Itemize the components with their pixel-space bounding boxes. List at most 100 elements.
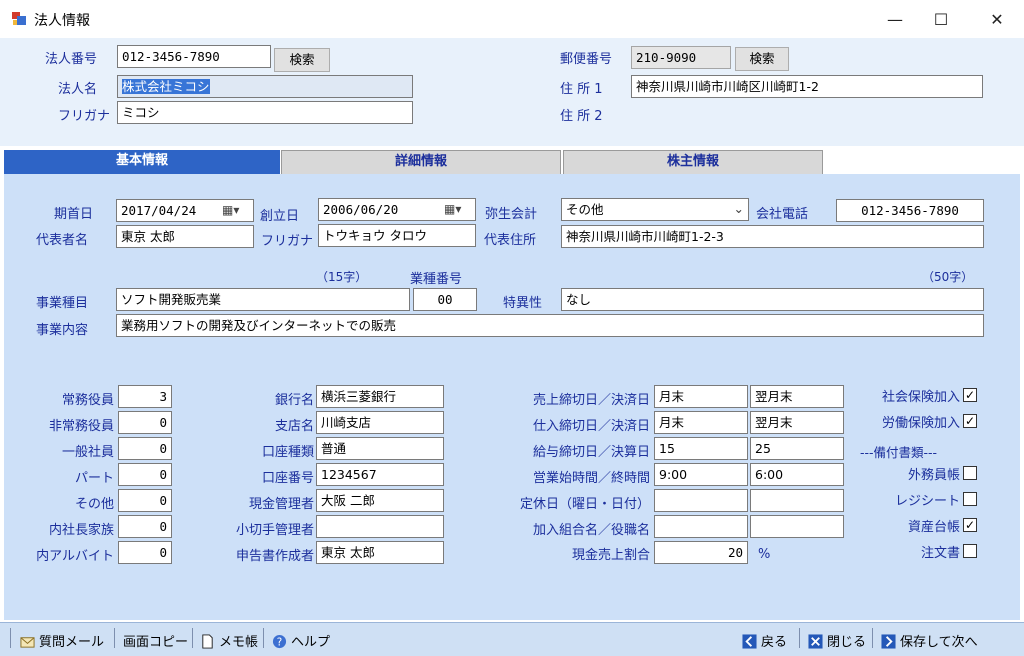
postal-search-button[interactable]: 検索	[735, 47, 789, 71]
checkbox-label: 注文書	[920, 546, 960, 561]
closing-b-input[interactable]: 翌月末	[750, 411, 844, 434]
rep-addr-input[interactable]: 神奈川県川崎市川崎町1-2-3	[561, 225, 984, 248]
bank-field-input[interactable]: 1234567	[316, 463, 444, 486]
biz-desc-label: 事業内容	[36, 323, 89, 338]
minimize-button[interactable]: —	[872, 0, 918, 38]
rep-kana-input[interactable]: トウキョウ タロウ	[318, 224, 476, 247]
checkbox-label: 外務員帳	[907, 468, 960, 483]
bank-field-input[interactable]: 川崎支店	[316, 411, 444, 434]
closing-b-input[interactable]: 25	[750, 437, 844, 460]
closing-b-input[interactable]	[750, 489, 844, 512]
closing-a-input[interactable]: 月末	[654, 411, 748, 434]
addr1-label: 住 所 1	[560, 82, 603, 97]
closing-label: 給与締切日／決算日	[532, 445, 650, 460]
bank-label: 小切手管理者	[235, 523, 314, 538]
staff-count-input[interactable]: 3	[118, 385, 172, 408]
biz-type-label: 事業種目	[36, 296, 89, 311]
closing-b-input[interactable]	[750, 515, 844, 538]
fiscal-start-label: 期首日	[54, 207, 94, 222]
memo-label: メモ帳	[219, 635, 259, 650]
document-icon	[202, 634, 213, 649]
checkbox[interactable]: ✓	[963, 388, 977, 402]
furigana-input[interactable]: ミコシ	[117, 101, 413, 124]
closing-b-input[interactable]: 翌月末	[750, 385, 844, 408]
corp-no-input[interactable]: 012-3456-7890	[117, 45, 271, 68]
biz-type-input[interactable]: ソフト開発販売業	[116, 288, 410, 311]
mail-button[interactable]: 質問メール	[20, 631, 104, 650]
yayoi-value: その他	[566, 202, 604, 217]
back-label: 戻る	[761, 635, 788, 650]
checkbox[interactable]	[963, 544, 977, 558]
help-button[interactable]: ? ヘルプ	[272, 631, 330, 650]
separator	[10, 628, 11, 648]
close-button[interactable]: ✕	[974, 0, 1020, 38]
screen-copy-button[interactable]: 画面コピー	[123, 631, 188, 650]
help-label: ヘルプ	[291, 635, 331, 650]
furigana-label: フリガナ	[58, 109, 111, 124]
staff-label: その他	[74, 497, 114, 512]
bank-field-input[interactable]: 横浜三菱銀行	[316, 385, 444, 408]
staff-count-input[interactable]: 0	[118, 463, 172, 486]
special-input[interactable]: なし	[561, 288, 984, 311]
closing-a-input[interactable]: 月末	[654, 385, 748, 408]
staff-count-input[interactable]: 0	[118, 515, 172, 538]
fiscal-start-value: 2017/04/24	[121, 203, 197, 218]
corp-search-button[interactable]: 検索	[274, 48, 330, 72]
postal-label: 郵便番号	[560, 52, 613, 67]
closing-a-input[interactable]	[654, 515, 748, 538]
staff-count-input[interactable]: 0	[118, 541, 172, 564]
calendar-dropdown-icon[interactable]: ▦▾	[222, 199, 248, 221]
tab-basic[interactable]: 基本情報	[4, 150, 280, 174]
close-form-button[interactable]: 閉じる	[808, 631, 866, 650]
close-icon	[808, 634, 823, 649]
checkbox[interactable]: ✓	[963, 518, 977, 532]
tab-shareholders[interactable]: 株主情報	[563, 150, 823, 174]
staff-label: 内社長家族	[48, 523, 114, 538]
memo-button[interactable]: メモ帳	[200, 631, 258, 650]
staff-label: 常務役員	[61, 393, 114, 408]
mail-icon	[20, 637, 35, 648]
checkbox-label: レジシート	[894, 494, 960, 509]
separator	[799, 628, 800, 648]
industry-no-input[interactable]: 00	[413, 288, 477, 311]
closing-a-input[interactable]: 9:00	[654, 463, 748, 486]
rep-input[interactable]: 東京 太郎	[116, 225, 254, 248]
checkbox[interactable]: ✓	[963, 414, 977, 428]
staff-count-input[interactable]: 0	[118, 489, 172, 512]
bank-field-input[interactable]: 東京 太郎	[316, 541, 444, 564]
staff-count-input[interactable]: 0	[118, 437, 172, 460]
bank-field-input[interactable]: 普通	[316, 437, 444, 460]
addr1-input[interactable]: 神奈川県川崎市川崎区川崎町1-2	[631, 75, 983, 98]
staff-count-input[interactable]: 0	[118, 411, 172, 434]
rep-addr-label: 代表住所	[484, 233, 537, 248]
checkbox-label: 社会保険加入	[881, 390, 960, 405]
checkbox[interactable]	[963, 466, 977, 480]
special-label: 特異性	[503, 296, 543, 311]
closing-b-input[interactable]: 6:00	[750, 463, 844, 486]
staff-label: 非常務役員	[48, 419, 114, 434]
cash-ratio-input[interactable]: 20	[654, 541, 748, 564]
rep-label: 代表者名	[36, 233, 89, 248]
phone-input[interactable]: 012-3456-7890	[836, 199, 984, 222]
closing-a-input[interactable]: 15	[654, 437, 748, 460]
tab-detail[interactable]: 詳細情報	[281, 150, 561, 174]
maximize-button[interactable]: ☐	[918, 0, 964, 38]
checkbox[interactable]	[963, 492, 977, 506]
separator	[192, 628, 193, 648]
separator	[114, 628, 115, 648]
yayoi-select[interactable]: その他 ⌄	[561, 198, 749, 221]
app-icon	[12, 12, 26, 25]
closing-label: 仕入締切日／決済日	[532, 419, 650, 434]
biz-desc-input[interactable]: 業務用ソフトの開発及びインターネットでの販売	[116, 314, 984, 337]
bank-field-input[interactable]	[316, 515, 444, 538]
bank-field-input[interactable]: 大阪 二郎	[316, 489, 444, 512]
calendar-dropdown-icon[interactable]: ▦▾	[444, 198, 470, 220]
corp-name-input[interactable]: 株式会社ミコシ	[117, 75, 413, 98]
save-next-button[interactable]: 保存して次へ	[881, 631, 978, 650]
closing-a-input[interactable]	[654, 489, 748, 512]
help-icon: ?	[272, 634, 287, 648]
corp-name-label: 法人名	[58, 82, 98, 97]
postal-input[interactable]: 210-9090	[631, 46, 731, 69]
back-button[interactable]: 戻る	[742, 631, 787, 650]
limit-50-note: （50字）	[922, 270, 974, 284]
